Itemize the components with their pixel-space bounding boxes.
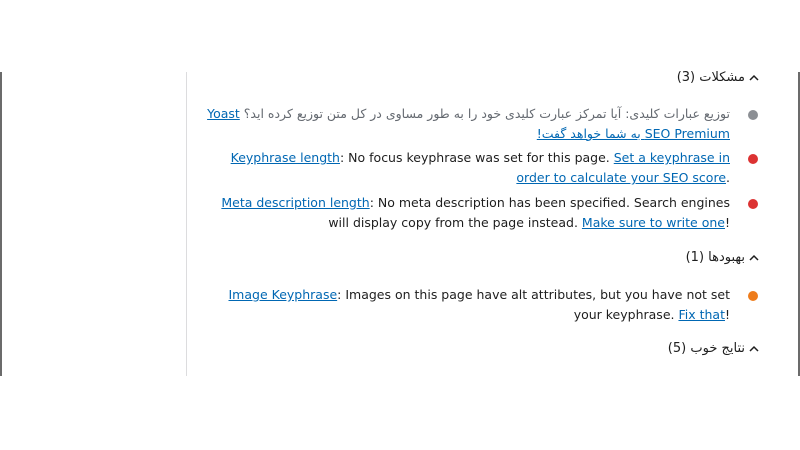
column-divider xyxy=(186,72,187,376)
window-edge-left xyxy=(0,72,2,376)
fix-that-link[interactable]: Fix that xyxy=(678,307,725,322)
problem-suffix: ! xyxy=(724,215,730,230)
improvement-text: Image Keyphrase: Images on this page hav… xyxy=(200,285,731,325)
status-dot-red xyxy=(748,154,758,164)
problem-text: توزیع عبارات کلیدی: آیا تمرکز عبارت کلید… xyxy=(200,104,730,144)
improvements-section-header[interactable]: بهبودها (1) xyxy=(686,250,760,265)
keyphrase-length-link[interactable]: Keyphrase length xyxy=(231,150,340,165)
problem-item-keyphrase-length: Keyphrase length: No focus keyphrase was… xyxy=(200,148,762,188)
problem-suffix: . xyxy=(726,170,730,185)
improvement-description: : Images on this page have alt attribute… xyxy=(337,287,730,322)
problem-text: Meta description length: No meta descrip… xyxy=(200,193,730,233)
good-results-section-title: نتایج خوب (5) xyxy=(667,341,745,356)
problems-section-title: مشکلات (3) xyxy=(676,70,745,85)
problem-item-meta-description-length: Meta description length: No meta descrip… xyxy=(200,193,762,233)
problem-description: : No focus keyphrase was set for this pa… xyxy=(339,150,614,165)
good-results-section-header[interactable]: نتایج خوب (5) xyxy=(668,341,760,356)
write-meta-description-link[interactable]: Make sure to write one xyxy=(582,215,725,230)
status-dot-red xyxy=(748,199,758,209)
chevron-up-icon xyxy=(749,74,759,81)
improvement-suffix: ! xyxy=(724,307,730,322)
chevron-up-icon xyxy=(749,345,759,352)
problem-item-keyphrase-distribution: توزیع عبارات کلیدی: آیا تمرکز عبارت کلید… xyxy=(200,104,762,144)
status-dot-orange xyxy=(748,291,758,301)
stage: مشکلات (3) توزیع عبارات کلیدی: آیا تمرکز… xyxy=(0,0,800,450)
image-keyphrase-link[interactable]: Image Keyphrase xyxy=(229,287,338,302)
status-dot-gray xyxy=(748,110,758,120)
improvements-section-title: بهبودها (1) xyxy=(685,250,745,265)
problem-description: توزیع عبارات کلیدی: آیا تمرکز عبارت کلید… xyxy=(239,106,730,121)
chevron-up-icon xyxy=(749,254,759,261)
meta-description-length-link[interactable]: Meta description length xyxy=(221,195,369,210)
improvement-item-image-keyphrase: Image Keyphrase: Images on this page hav… xyxy=(200,285,762,325)
problem-text: Keyphrase length: No focus keyphrase was… xyxy=(200,148,730,188)
problems-section-header[interactable]: مشکلات (3) xyxy=(677,70,760,85)
